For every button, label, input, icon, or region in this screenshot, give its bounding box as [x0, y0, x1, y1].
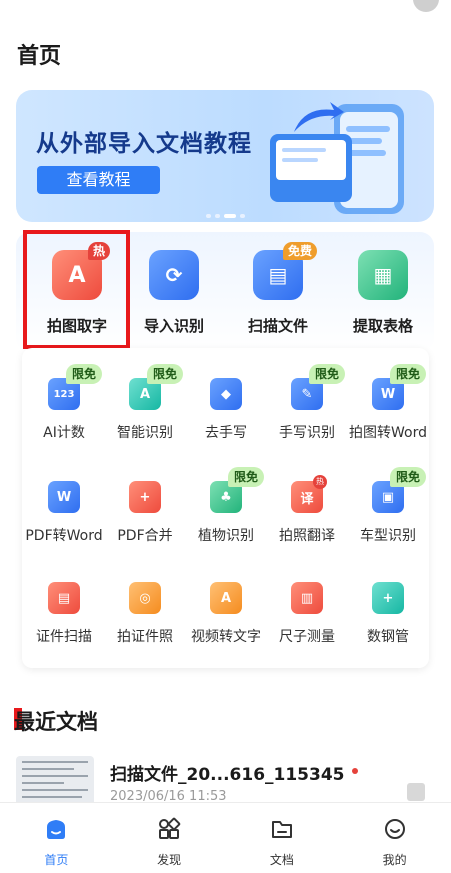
- grid-item-ai-count[interactable]: 123 限免 AI计数: [22, 364, 106, 442]
- grid-item-car-recognize[interactable]: ▣ 限免 车型识别: [346, 467, 430, 545]
- grid-item-label: 智能识别: [117, 425, 173, 441]
- free-tag: 限免: [390, 364, 427, 384]
- grid-item-photo-to-word[interactable]: W 限免 拍图转Word: [346, 364, 430, 442]
- feature-grid: 123 限免 AI计数 A 限免 智能识别 ◆ 去手写 ✎ 限免 手写识别 W …: [22, 348, 429, 668]
- id-photo-icon: ◎: [129, 582, 161, 614]
- grid-item-label: 数钢管: [367, 629, 409, 645]
- grid-item-label: 植物识别: [198, 528, 254, 544]
- grid-item-plant-recognize[interactable]: ♣ 限免 植物识别: [184, 467, 268, 545]
- bottom-nav: 首页 发现 文档 我的: [0, 802, 451, 873]
- translate-icon: 译 热: [291, 475, 327, 513]
- grid-item-photo-translate[interactable]: 译 热 拍照翻译: [265, 475, 349, 545]
- free-badge: 免费: [282, 242, 317, 260]
- hot-dot-badge: 热: [313, 475, 327, 489]
- photo-word-icon: W 限免: [372, 364, 427, 410]
- scan-file-icon: ▤ 免费: [253, 242, 317, 300]
- pdf-word-icon: W: [48, 481, 80, 513]
- document-name[interactable]: 扫描文件_20...616_115345: [110, 760, 345, 785]
- tool-import-recognize[interactable]: ⟳ 导入识别: [124, 250, 224, 336]
- grid-item-label: 拍照翻译: [279, 528, 335, 544]
- grid-item-label: 拍图转Word: [349, 425, 427, 441]
- home-icon: [47, 820, 66, 839]
- grid-item-ruler-measure[interactable]: ▥ 尺子测量: [265, 582, 349, 646]
- nav-label: 首页: [44, 853, 69, 867]
- tool-label: 提取表格: [352, 317, 413, 335]
- nav-discover[interactable]: 发现: [113, 803, 226, 873]
- carousel-dot[interactable]: [239, 214, 245, 218]
- recent-docs-title: 最近文档: [14, 710, 98, 734]
- grid-item-label: 证件扫描: [36, 629, 92, 645]
- id-card-icon: ▤: [48, 582, 80, 614]
- grid-item-label: 拍证件照: [117, 629, 173, 645]
- smart-recognize-icon: A 限免: [129, 364, 184, 410]
- document-phone-illustration-icon: [270, 102, 404, 214]
- select-checkbox[interactable]: [407, 783, 425, 801]
- unread-dot: [352, 768, 358, 774]
- grid-item-pdf-merge[interactable]: + PDF合并: [103, 481, 187, 545]
- ruler-icon: ▥: [291, 582, 323, 614]
- car-icon: ▣ 限免: [372, 467, 427, 513]
- nav-label: 我的: [382, 853, 407, 867]
- nav-label: 文档: [269, 853, 294, 867]
- folder-icon: [271, 821, 292, 838]
- video-text-icon: A: [210, 582, 242, 614]
- carousel-dots: [16, 214, 434, 218]
- grid-item-handwriting-recognize[interactable]: ✎ 限免 手写识别: [265, 364, 349, 442]
- grid-item-count-pipes[interactable]: + 数钢管: [346, 582, 430, 646]
- grid-item-label: PDF合并: [117, 528, 173, 544]
- grid-item-remove-handwriting[interactable]: ◆ 去手写: [184, 378, 268, 442]
- tool-table-extract[interactable]: ▦ 提取表格: [333, 250, 433, 336]
- nav-documents[interactable]: 文档: [226, 803, 339, 873]
- grid-item-smart-recognize[interactable]: A 限免 智能识别: [103, 364, 187, 442]
- grid-item-label: AI计数: [43, 425, 85, 441]
- carousel-dot-active[interactable]: [223, 214, 236, 218]
- tool-scan-file[interactable]: ▤ 免费 扫描文件: [228, 242, 328, 336]
- tutorial-banner[interactable]: 从外部导入文档教程 查看教程: [16, 90, 434, 222]
- nav-label: 发现: [157, 853, 182, 867]
- grid-item-label: 手写识别: [279, 425, 335, 441]
- pipe-count-icon: +: [372, 582, 404, 614]
- top-circle-icon: [413, 0, 439, 12]
- ai-count-icon: 123 限免: [48, 364, 103, 410]
- plant-icon: ♣ 限免: [210, 467, 265, 513]
- import-recognize-icon: ⟳: [149, 250, 199, 300]
- free-tag: 限免: [147, 364, 184, 384]
- banner-title: 从外部导入文档教程: [36, 131, 252, 157]
- grid-item-pdf-to-word[interactable]: W PDF转Word: [22, 481, 106, 545]
- grid-item-label: 车型识别: [360, 528, 416, 544]
- grid-item-id-scan[interactable]: ▤ 证件扫描: [22, 582, 106, 646]
- grid-item-label: 尺子测量: [279, 629, 335, 645]
- free-tag: 限免: [390, 467, 427, 487]
- carousel-dot[interactable]: [205, 214, 211, 218]
- highlight-box: [23, 230, 130, 349]
- table-extract-icon: ▦: [358, 250, 408, 300]
- grid-item-label: 去手写: [205, 425, 247, 441]
- profile-icon: [384, 819, 405, 839]
- nav-home[interactable]: 首页: [0, 803, 113, 873]
- tool-label: 扫描文件: [247, 317, 308, 335]
- free-tag: 限免: [66, 364, 103, 384]
- nav-profile[interactable]: 我的: [338, 803, 451, 873]
- document-thumbnail[interactable]: [16, 756, 94, 806]
- tool-label: 导入识别: [143, 317, 204, 335]
- grid-item-id-photo[interactable]: ◎ 拍证件照: [103, 582, 187, 646]
- grid-item-label: PDF转Word: [25, 528, 103, 544]
- free-tag: 限免: [228, 467, 265, 487]
- free-tag: 限免: [309, 364, 346, 384]
- handwriting-icon: ✎ 限免: [291, 364, 346, 410]
- carousel-dot[interactable]: [214, 214, 220, 218]
- grid-item-label: 视频转文字: [191, 629, 261, 645]
- pdf-merge-icon: +: [129, 481, 161, 513]
- eraser-icon: ◆: [210, 378, 242, 410]
- discover-icon: [159, 817, 181, 839]
- page-title: 首页: [17, 44, 62, 69]
- grid-item-video-to-text[interactable]: A 视频转文字: [184, 582, 268, 646]
- view-tutorial-button[interactable]: 查看教程: [37, 166, 160, 194]
